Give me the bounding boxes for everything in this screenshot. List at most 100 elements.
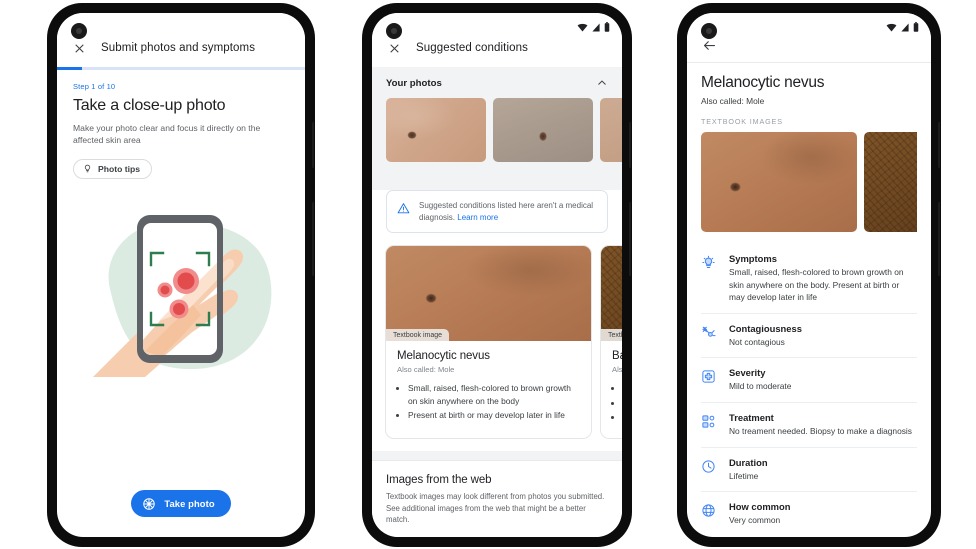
photo-tips-label: Photo tips	[98, 163, 141, 174]
list-item[interactable]	[701, 132, 857, 232]
fact-row-severity: Severity Mild to moderate	[701, 358, 917, 404]
arrow-back-icon[interactable]	[701, 38, 717, 54]
battery-icon	[604, 22, 610, 32]
photo-tips-chip[interactable]: Photo tips	[73, 158, 153, 179]
chevron-up-icon[interactable]	[596, 77, 608, 89]
fact-content: Symptoms Small, raised, flesh-colored to…	[729, 253, 917, 304]
fact-content: Severity Mild to moderate	[729, 367, 791, 393]
condition-bullets: Wa Us gro Ma	[612, 382, 622, 424]
fact-label: Treatment	[729, 412, 774, 424]
list-item[interactable]	[600, 98, 622, 162]
fact-value: Small, raised, flesh-colored to brown gr…	[729, 267, 904, 303]
list-item: Small, raised, flesh-colored to brown gr…	[408, 382, 580, 407]
step-indicator: Step 1 of 10	[73, 81, 116, 91]
lightbulb-icon	[83, 163, 92, 174]
symptoms-icon	[701, 253, 718, 275]
warning-triangle-icon	[397, 200, 410, 220]
fact-content: Treatment No treament needed. Biopsy to …	[729, 412, 912, 438]
your-photos-header[interactable]: Your photos	[372, 67, 622, 98]
battery-icon	[913, 22, 919, 32]
condition-name: Barn	[612, 350, 622, 363]
condition-cards: Textbook image Melanocytic nevus Also ca…	[372, 233, 622, 451]
page-subtitle: Make your photo clear and focus it direc…	[73, 122, 261, 145]
textbook-image-tag: Textbook	[601, 329, 622, 342]
cellular-signal-icon	[591, 22, 601, 32]
condition-also-called: Also called: Mole	[397, 365, 455, 375]
front-camera-punch-hole	[701, 23, 717, 39]
fact-value: Not contagious	[729, 336, 785, 347]
list-item[interactable]	[386, 98, 486, 162]
fact-label: How common	[729, 501, 791, 513]
condition-card-second[interactable]: Textbook Barn Also Wa Us gro Ma	[601, 246, 622, 439]
close-icon[interactable]	[71, 40, 87, 56]
progress-bar	[57, 67, 305, 70]
condition-facts: Symptoms Small, raised, flesh-colored to…	[687, 244, 931, 536]
phone1-cta-container: Take photo	[57, 490, 305, 517]
fact-value: Mild to moderate	[729, 381, 792, 392]
contagiousness-icon	[701, 323, 718, 345]
wifi-icon	[577, 23, 588, 32]
phone1-power-button	[312, 202, 314, 276]
duration-icon	[701, 457, 718, 479]
fact-label: Severity	[729, 367, 766, 379]
take-photo-button[interactable]: Take photo	[131, 490, 231, 517]
phone3-app-bar	[687, 13, 931, 63]
list-item: Present at birth or may develop later in…	[408, 409, 580, 422]
your-photos-label: Your photos	[386, 77, 442, 89]
condition-card-melanocytic-nevus[interactable]: Textbook image Melanocytic nevus Also ca…	[386, 246, 591, 439]
phone1-title: Submit photos and symptoms	[101, 42, 256, 54]
phone2-power-button	[629, 202, 631, 276]
page-title: Take a close-up photo	[73, 96, 226, 114]
fact-value: Very common	[729, 515, 781, 526]
phone2-volume-button	[629, 122, 631, 168]
screenshot-stage: Submit photos and symptoms Step 1 of 10 …	[0, 0, 976, 549]
web-section-description: Textbook images may look different from …	[386, 492, 605, 525]
phone2-scroll-area[interactable]: Your photos Suggested conditions listed …	[372, 67, 622, 537]
disclaimer-banner: Suggested conditions listed here aren't …	[386, 190, 608, 234]
close-icon[interactable]	[386, 40, 402, 56]
your-photos-thumbnails	[372, 98, 622, 162]
textbook-images	[701, 132, 917, 232]
learn-more-link[interactable]: Learn more	[457, 213, 498, 222]
fact-row-contagiousness: Contagiousness Not contagious	[701, 314, 917, 359]
list-item[interactable]	[864, 132, 917, 232]
camera-shutter-icon	[142, 497, 156, 511]
phone1-body: Step 1 of 10 Take a close-up photo Make …	[57, 70, 305, 390]
card-photo: Textbook image	[386, 246, 591, 342]
fact-row-how-common: How common Very common	[701, 492, 917, 536]
phone3-power-button	[938, 202, 940, 276]
textbook-images-caption: TEXTBOOK IMAGES	[701, 117, 783, 126]
card-photo: Textbook	[601, 246, 622, 342]
images-from-web-section: Images from the web Textbook images may …	[372, 460, 622, 537]
hand-with-skin-lesion-illustration	[75, 201, 287, 389]
page-title: Melanocytic nevus	[701, 74, 825, 91]
phone1-volume-button	[312, 122, 314, 168]
phone3-volume-button	[938, 122, 940, 168]
disclaimer-main-text: Suggested conditions listed here aren't …	[419, 201, 594, 222]
phone2-status-bar	[577, 22, 610, 32]
condition-bullets: Small, raised, flesh-colored to brown gr…	[397, 382, 580, 422]
phone3-status-bar	[886, 22, 919, 32]
list-item[interactable]	[493, 98, 593, 162]
fact-value: No treament needed. Biopsy to make a dia…	[729, 426, 912, 437]
fact-row-symptoms: Symptoms Small, raised, flesh-colored to…	[701, 244, 917, 314]
phone-2-suggested-conditions: Suggested conditions Your photos Suggest…	[363, 4, 631, 546]
phone1-app-bar: Submit photos and symptoms	[57, 13, 305, 67]
fact-row-duration: Duration Lifetime	[701, 448, 917, 493]
textbook-image-tag: Textbook image	[386, 329, 450, 342]
disclaimer-text: Suggested conditions listed here aren't …	[419, 200, 597, 223]
phone3-screen: Melanocytic nevus Also called: Mole TEXT…	[687, 13, 931, 537]
how-common-icon	[701, 501, 718, 523]
severity-icon	[701, 367, 718, 389]
fact-content: Contagiousness Not contagious	[729, 323, 802, 349]
treatment-icon	[701, 412, 718, 434]
phone2-screen: Suggested conditions Your photos Suggest…	[372, 13, 622, 537]
phone1-screen: Submit photos and symptoms Step 1 of 10 …	[57, 13, 305, 537]
phone2-title: Suggested conditions	[416, 42, 528, 54]
wifi-icon	[886, 23, 897, 32]
front-camera-punch-hole	[71, 23, 87, 39]
fact-value: Lifetime	[729, 470, 759, 481]
fact-label: Duration	[729, 456, 768, 468]
also-called: Also called: Mole	[701, 96, 765, 106]
condition-also-called: Also	[612, 365, 622, 375]
